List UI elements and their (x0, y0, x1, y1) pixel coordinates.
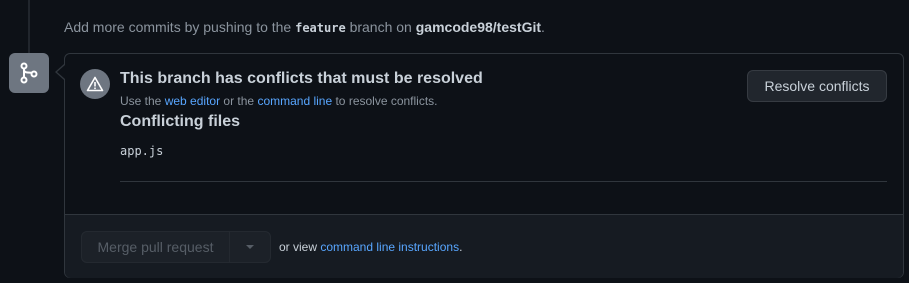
git-branch-icon-graphic (20, 62, 38, 84)
push-hint: Add more commits by pushing to the featu… (64, 17, 545, 38)
conflicting-file-item: app.js (120, 144, 164, 158)
conflict-subtitle: Use the web editor or the command line t… (120, 94, 438, 108)
hint-suffix: . (541, 19, 545, 35)
merge-box-section: Add more commits by pushing to the featu… (0, 0, 909, 283)
merge-button-group[interactable]: Merge pull request (81, 231, 271, 263)
conflicting-files-heading: Conflicting files (120, 113, 240, 130)
merge-pull-request-button[interactable]: Merge pull request (82, 232, 230, 262)
mergebox-arrow-inner (57, 65, 65, 79)
triangle-down-icon (246, 245, 254, 249)
subtitle-suffix: to resolve conflicts. (332, 94, 438, 108)
or-view-period: . (459, 240, 463, 254)
subtitle-middle: or the (220, 94, 258, 108)
repo-name: gamcode98/testGit (415, 19, 542, 35)
files-divider (120, 181, 887, 182)
resolve-conflicts-button[interactable]: Resolve conflicts (747, 70, 887, 102)
or-view-prefix: or view (279, 240, 321, 254)
or-view-text: or view command line instructions. (279, 240, 462, 254)
command-line-instructions-link[interactable]: command line instructions (320, 240, 459, 254)
timeline-line (28, 0, 30, 55)
hint-middle: branch on (345, 19, 416, 35)
branch-name: feature (295, 21, 346, 35)
git-branch-icon (9, 53, 49, 93)
subtitle-prefix: Use the (120, 94, 165, 108)
conflict-title: This branch has conflicts that must be r… (120, 70, 483, 87)
command-line-link[interactable]: command line (257, 94, 332, 108)
alert-icon-graphic (86, 76, 104, 92)
hint-prefix: Add more commits by pushing to the (64, 19, 296, 35)
merge-method-dropdown[interactable] (230, 232, 270, 262)
alert-icon (80, 69, 110, 99)
web-editor-link[interactable]: web editor (165, 94, 220, 108)
